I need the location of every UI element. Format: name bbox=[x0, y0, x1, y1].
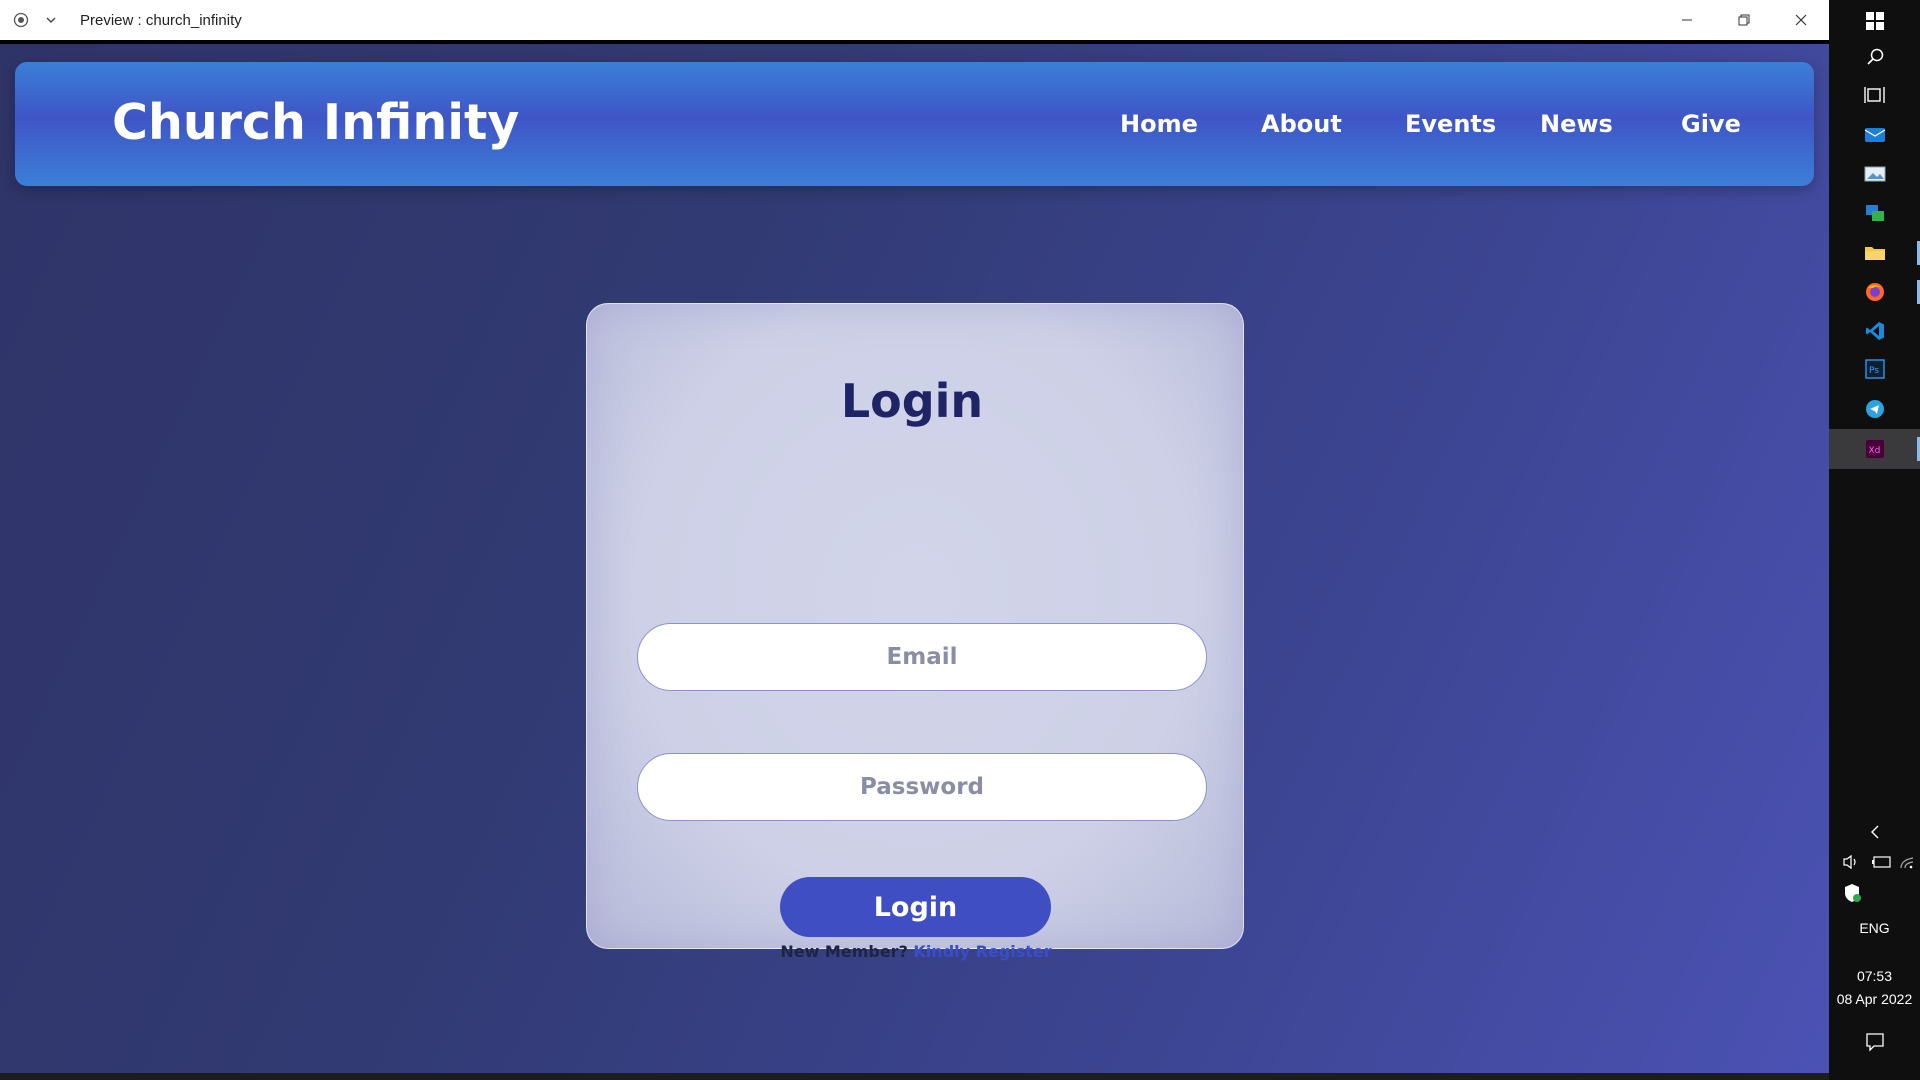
telegram-icon bbox=[1865, 400, 1884, 418]
nav-link-events[interactable]: Events bbox=[1405, 110, 1496, 138]
close-button[interactable] bbox=[1772, 0, 1829, 40]
taskbar-app-telegram[interactable] bbox=[1829, 390, 1920, 428]
mail-icon bbox=[1864, 128, 1885, 142]
close-icon bbox=[1795, 14, 1806, 26]
notification-icon bbox=[1865, 1033, 1884, 1052]
network-button[interactable] bbox=[1896, 843, 1920, 881]
taskbar-app-remote[interactable] bbox=[1829, 194, 1920, 232]
login-heading: Login bbox=[840, 374, 984, 428]
nav-link-give[interactable]: Give bbox=[1681, 110, 1741, 138]
task-view-icon bbox=[1863, 87, 1885, 103]
chevron-down-icon[interactable] bbox=[40, 9, 62, 31]
restore-icon bbox=[1738, 14, 1749, 26]
task-view-button[interactable] bbox=[1829, 76, 1920, 114]
windows-start-icon bbox=[1865, 12, 1884, 30]
svg-text:Xd: Xd bbox=[1868, 446, 1880, 456]
file-explorer-icon bbox=[1864, 247, 1885, 260]
login-card: Login Login New Member? Kindly Register bbox=[586, 303, 1244, 961]
login-button[interactable]: Login bbox=[780, 877, 1051, 937]
search-button[interactable] bbox=[1829, 38, 1920, 76]
taskbar-app-adobe-xd[interactable]: Xd bbox=[1829, 429, 1920, 469]
svg-text:Ps: Ps bbox=[1869, 366, 1879, 376]
window-bottom-edge bbox=[0, 1073, 1829, 1080]
chevron-left-icon bbox=[1870, 825, 1878, 839]
taskbar-app-vscode[interactable] bbox=[1829, 312, 1920, 350]
search-icon bbox=[1866, 48, 1883, 65]
remote-app-icon bbox=[1865, 205, 1884, 221]
clock-time[interactable]: 07:53 bbox=[1829, 968, 1920, 984]
taskbar-app-photos[interactable] bbox=[1829, 155, 1920, 193]
password-field[interactable] bbox=[637, 753, 1207, 821]
firefox-icon bbox=[1865, 283, 1884, 301]
register-prompt: New Member? Kindly Register bbox=[587, 942, 1245, 961]
photoshop-icon: Ps bbox=[1864, 359, 1885, 379]
photos-icon bbox=[1864, 166, 1885, 182]
security-button[interactable] bbox=[1832, 874, 1872, 912]
record-icon[interactable] bbox=[10, 9, 32, 31]
preview-window: Preview : church_infinity Church Infinit… bbox=[0, 0, 1829, 1080]
taskbar-app-file-explorer[interactable] bbox=[1829, 234, 1920, 272]
battery-icon bbox=[1872, 856, 1891, 868]
new-member-text: New Member? bbox=[780, 942, 908, 961]
restore-button[interactable] bbox=[1715, 0, 1772, 40]
taskbar-app-photoshop[interactable]: Ps bbox=[1829, 350, 1920, 388]
nav-link-home[interactable]: Home bbox=[1120, 110, 1198, 138]
site-navbar: Church Infinity Home About Events News G… bbox=[15, 62, 1814, 186]
web-page: Church Infinity Home About Events News G… bbox=[0, 44, 1829, 1073]
notifications-button[interactable] bbox=[1829, 1023, 1920, 1061]
wifi-icon bbox=[1900, 857, 1914, 869]
minimize-button[interactable] bbox=[1658, 0, 1715, 40]
vscode-icon bbox=[1865, 322, 1884, 340]
taskbar-app-firefox[interactable] bbox=[1829, 273, 1920, 311]
nav-link-about[interactable]: About bbox=[1261, 110, 1342, 138]
taskbar-app-mail[interactable] bbox=[1829, 116, 1920, 154]
speaker-icon bbox=[1843, 854, 1856, 870]
windows-start-button[interactable] bbox=[1829, 2, 1920, 40]
shield-icon bbox=[1845, 884, 1861, 902]
title-bar[interactable]: Preview : church_infinity bbox=[0, 0, 1829, 40]
language-indicator[interactable]: ENG bbox=[1829, 920, 1920, 936]
clock-date[interactable]: 08 Apr 2022 bbox=[1829, 991, 1920, 1007]
adobe-xd-icon: Xd bbox=[1865, 440, 1884, 458]
site-logo-text[interactable]: Church Infinity bbox=[112, 94, 519, 151]
nav-link-news[interactable]: News bbox=[1540, 110, 1613, 138]
minimize-icon bbox=[1681, 19, 1692, 21]
register-link[interactable]: Kindly Register bbox=[913, 942, 1051, 961]
windows-taskbar: Ps Xd ENG 07:53 08 Apr 2022 bbox=[1829, 0, 1920, 1080]
email-field[interactable] bbox=[637, 623, 1207, 691]
window-title: Preview : church_infinity bbox=[80, 11, 242, 29]
